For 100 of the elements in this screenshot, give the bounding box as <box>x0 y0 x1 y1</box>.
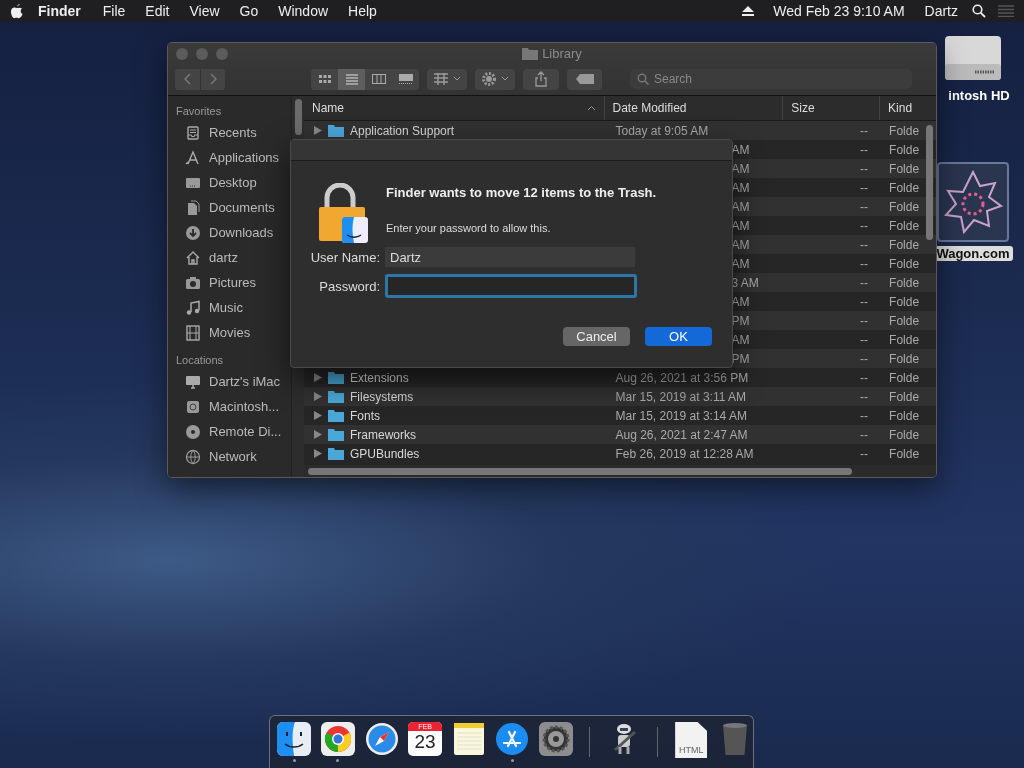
date-cell: Feb 26, 2019 at 12:28 AM <box>615 446 754 461</box>
sidebar-item[interactable]: Remote Di... <box>176 419 291 444</box>
disclosure-triangle-icon[interactable] <box>314 373 322 382</box>
scrollbar-thumb[interactable] <box>926 125 933 240</box>
monitor-icon <box>185 373 201 390</box>
user-name[interactable]: Dartz <box>914 3 968 19</box>
size-cell: -- <box>860 294 869 309</box>
sidebar-item[interactable]: Dartz's iMac <box>176 369 291 394</box>
sidebar-item[interactable]: Desktop <box>176 170 291 195</box>
size-cell: -- <box>860 370 869 385</box>
kind-cell: Folde <box>889 351 920 366</box>
sidebar-item[interactable]: Recents <box>176 120 291 145</box>
list-icon[interactable] <box>998 5 1014 17</box>
field-label: Password: <box>318 278 381 294</box>
column-header[interactable]: Date Modified <box>604 96 784 120</box>
field-label: User Name: <box>309 249 381 265</box>
column-header[interactable]: Kind <box>880 96 936 120</box>
file-name[interactable]: Application Support <box>350 123 455 138</box>
menu-item[interactable]: View <box>179 3 230 19</box>
kind-cell: Folde <box>889 256 920 271</box>
size-cell: -- <box>860 313 869 328</box>
hard-drive-icon[interactable] <box>943 34 1003 82</box>
columns-icon <box>370 71 387 87</box>
disclosure-triangle-icon[interactable] <box>314 126 322 135</box>
tag-button[interactable] <box>567 68 602 90</box>
date-cell: Mar 15, 2019 at 3:11 AM <box>615 389 747 404</box>
menu-item[interactable]: Edit <box>135 3 180 19</box>
date-cell: Aug 26, 2021 at 2:47 AM <box>615 427 748 442</box>
kind-cell: Folde <box>889 408 920 423</box>
kind-cell: Folde <box>889 218 920 233</box>
folder-icon <box>328 428 344 441</box>
notepad-icon[interactable] <box>451 722 486 756</box>
grid-icon <box>433 72 449 86</box>
scrollbar-thumb[interactable] <box>308 467 852 475</box>
size-cell: -- <box>860 199 869 214</box>
sidebar-item[interactable]: Music <box>176 295 291 320</box>
action-button[interactable] <box>475 68 515 90</box>
sidebar-item[interactable]: Downloads <box>176 220 291 245</box>
size-cell: -- <box>860 256 869 271</box>
cancel-button[interactable]: Cancel <box>563 327 630 346</box>
browser-icon[interactable] <box>320 722 355 756</box>
username-field[interactable]: Dartz <box>385 247 635 267</box>
applications-icon <box>185 149 201 166</box>
sidebar-heading: Favorites <box>176 104 223 119</box>
date-cell: Aug 26, 2021 at 3:56 PM <box>615 370 749 385</box>
app-menu[interactable]: Finder <box>24 3 93 19</box>
sidebar-item[interactable]: dartz <box>176 245 291 270</box>
size-cell: -- <box>860 446 869 461</box>
sidebar-item[interactable]: Documents <box>176 195 291 220</box>
disclosure-triangle-icon[interactable] <box>314 392 322 401</box>
view-mode-button[interactable] <box>338 68 365 90</box>
documents-icon <box>185 199 201 216</box>
sidebar-item[interactable]: Macintosh... <box>176 394 291 419</box>
kind-cell: Folde <box>889 275 920 290</box>
app-store-icon[interactable] <box>495 722 530 756</box>
menu-item[interactable]: Help <box>338 3 387 19</box>
list-icon <box>343 71 360 87</box>
file-name[interactable]: Frameworks <box>350 427 416 442</box>
menu-item[interactable]: Window <box>268 3 339 19</box>
compass-icon[interactable] <box>364 722 399 756</box>
size-cell: -- <box>860 142 869 157</box>
disclosure-triangle-icon[interactable] <box>314 411 322 420</box>
search-field[interactable]: Search <box>630 69 912 89</box>
column-header[interactable]: Size <box>783 96 881 120</box>
gear-icon[interactable] <box>538 722 573 756</box>
music-note-icon <box>185 299 201 316</box>
apple-logo-icon[interactable] <box>10 3 24 19</box>
ok-button[interactable]: OK <box>645 327 712 346</box>
group-button[interactable] <box>427 68 467 90</box>
menu-item[interactable]: File <box>92 3 136 19</box>
file-name[interactable]: Filesystems <box>350 389 414 404</box>
search-icon[interactable] <box>972 4 986 18</box>
sidebar-item[interactable]: Movies <box>176 320 291 345</box>
tag-icon <box>575 74 594 84</box>
window-title: Library <box>542 46 582 61</box>
password-field[interactable] <box>385 274 637 298</box>
desktop-icon-label[interactable]: intosh HD <box>945 88 1013 103</box>
file-name[interactable]: GPUBundles <box>350 446 420 461</box>
sidebar-item[interactable]: Network <box>176 444 291 469</box>
size-cell: -- <box>860 237 869 252</box>
caret-icon <box>453 76 461 82</box>
gallery-icon <box>397 71 414 87</box>
menu-item[interactable]: Go <box>229 3 269 19</box>
star-pattern-icon[interactable] <box>937 162 1009 242</box>
disclosure-triangle-icon[interactable] <box>314 430 322 439</box>
document-icon[interactable]: HTML <box>675 722 708 758</box>
column-header[interactable]: Name <box>304 96 605 120</box>
size-cell: -- <box>860 408 869 423</box>
disclosure-triangle-icon[interactable] <box>314 449 322 458</box>
folder-icon <box>522 47 539 60</box>
file-name[interactable]: Extensions <box>350 370 409 385</box>
clock[interactable]: Wed Feb 23 9:10 AM <box>755 3 915 19</box>
camera-icon <box>185 274 201 291</box>
eject-icon[interactable] <box>741 5 756 17</box>
sidebar-item[interactable]: Applications <box>176 145 291 170</box>
sidebar-item[interactable]: Pictures <box>176 270 291 295</box>
smiling-face-icon[interactable] <box>277 722 312 756</box>
size-cell: -- <box>860 123 869 138</box>
share-button[interactable] <box>523 68 559 90</box>
file-name[interactable]: Fonts <box>350 408 380 423</box>
